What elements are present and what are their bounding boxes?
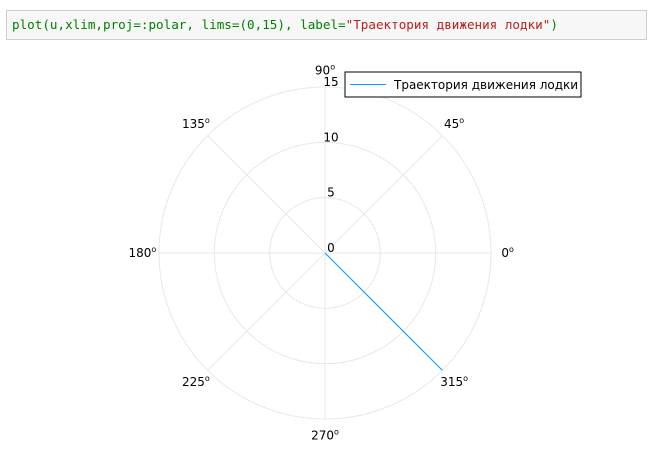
angular-tick-label: 225o [182, 374, 210, 389]
polar-plot: 0510150o45o90o135o180o225o270o315o Траек… [128, 62, 582, 443]
angular-grid-spoke [207, 135, 326, 254]
angular-tick-label: 315o [440, 374, 468, 389]
radial-tick-label: 0 [327, 241, 335, 255]
angular-tick-label: 0o [501, 245, 514, 260]
angular-grid-spoke [324, 135, 443, 254]
series-line [324, 252, 443, 371]
angular-tick-label: 180o [128, 245, 156, 260]
legend: Траектория движения лодки [344, 71, 582, 98]
radial-tick-label: 10 [323, 130, 338, 144]
legend-label: Траектория движения лодки [393, 78, 578, 92]
angular-tick-label: 270o [311, 428, 339, 443]
angular-grid-spoke [207, 252, 326, 371]
radial-tick-label: 5 [327, 186, 335, 200]
angular-tick-label: 135o [182, 116, 210, 131]
angular-tick-label: 45o [444, 116, 464, 131]
series-layer [324, 252, 443, 371]
